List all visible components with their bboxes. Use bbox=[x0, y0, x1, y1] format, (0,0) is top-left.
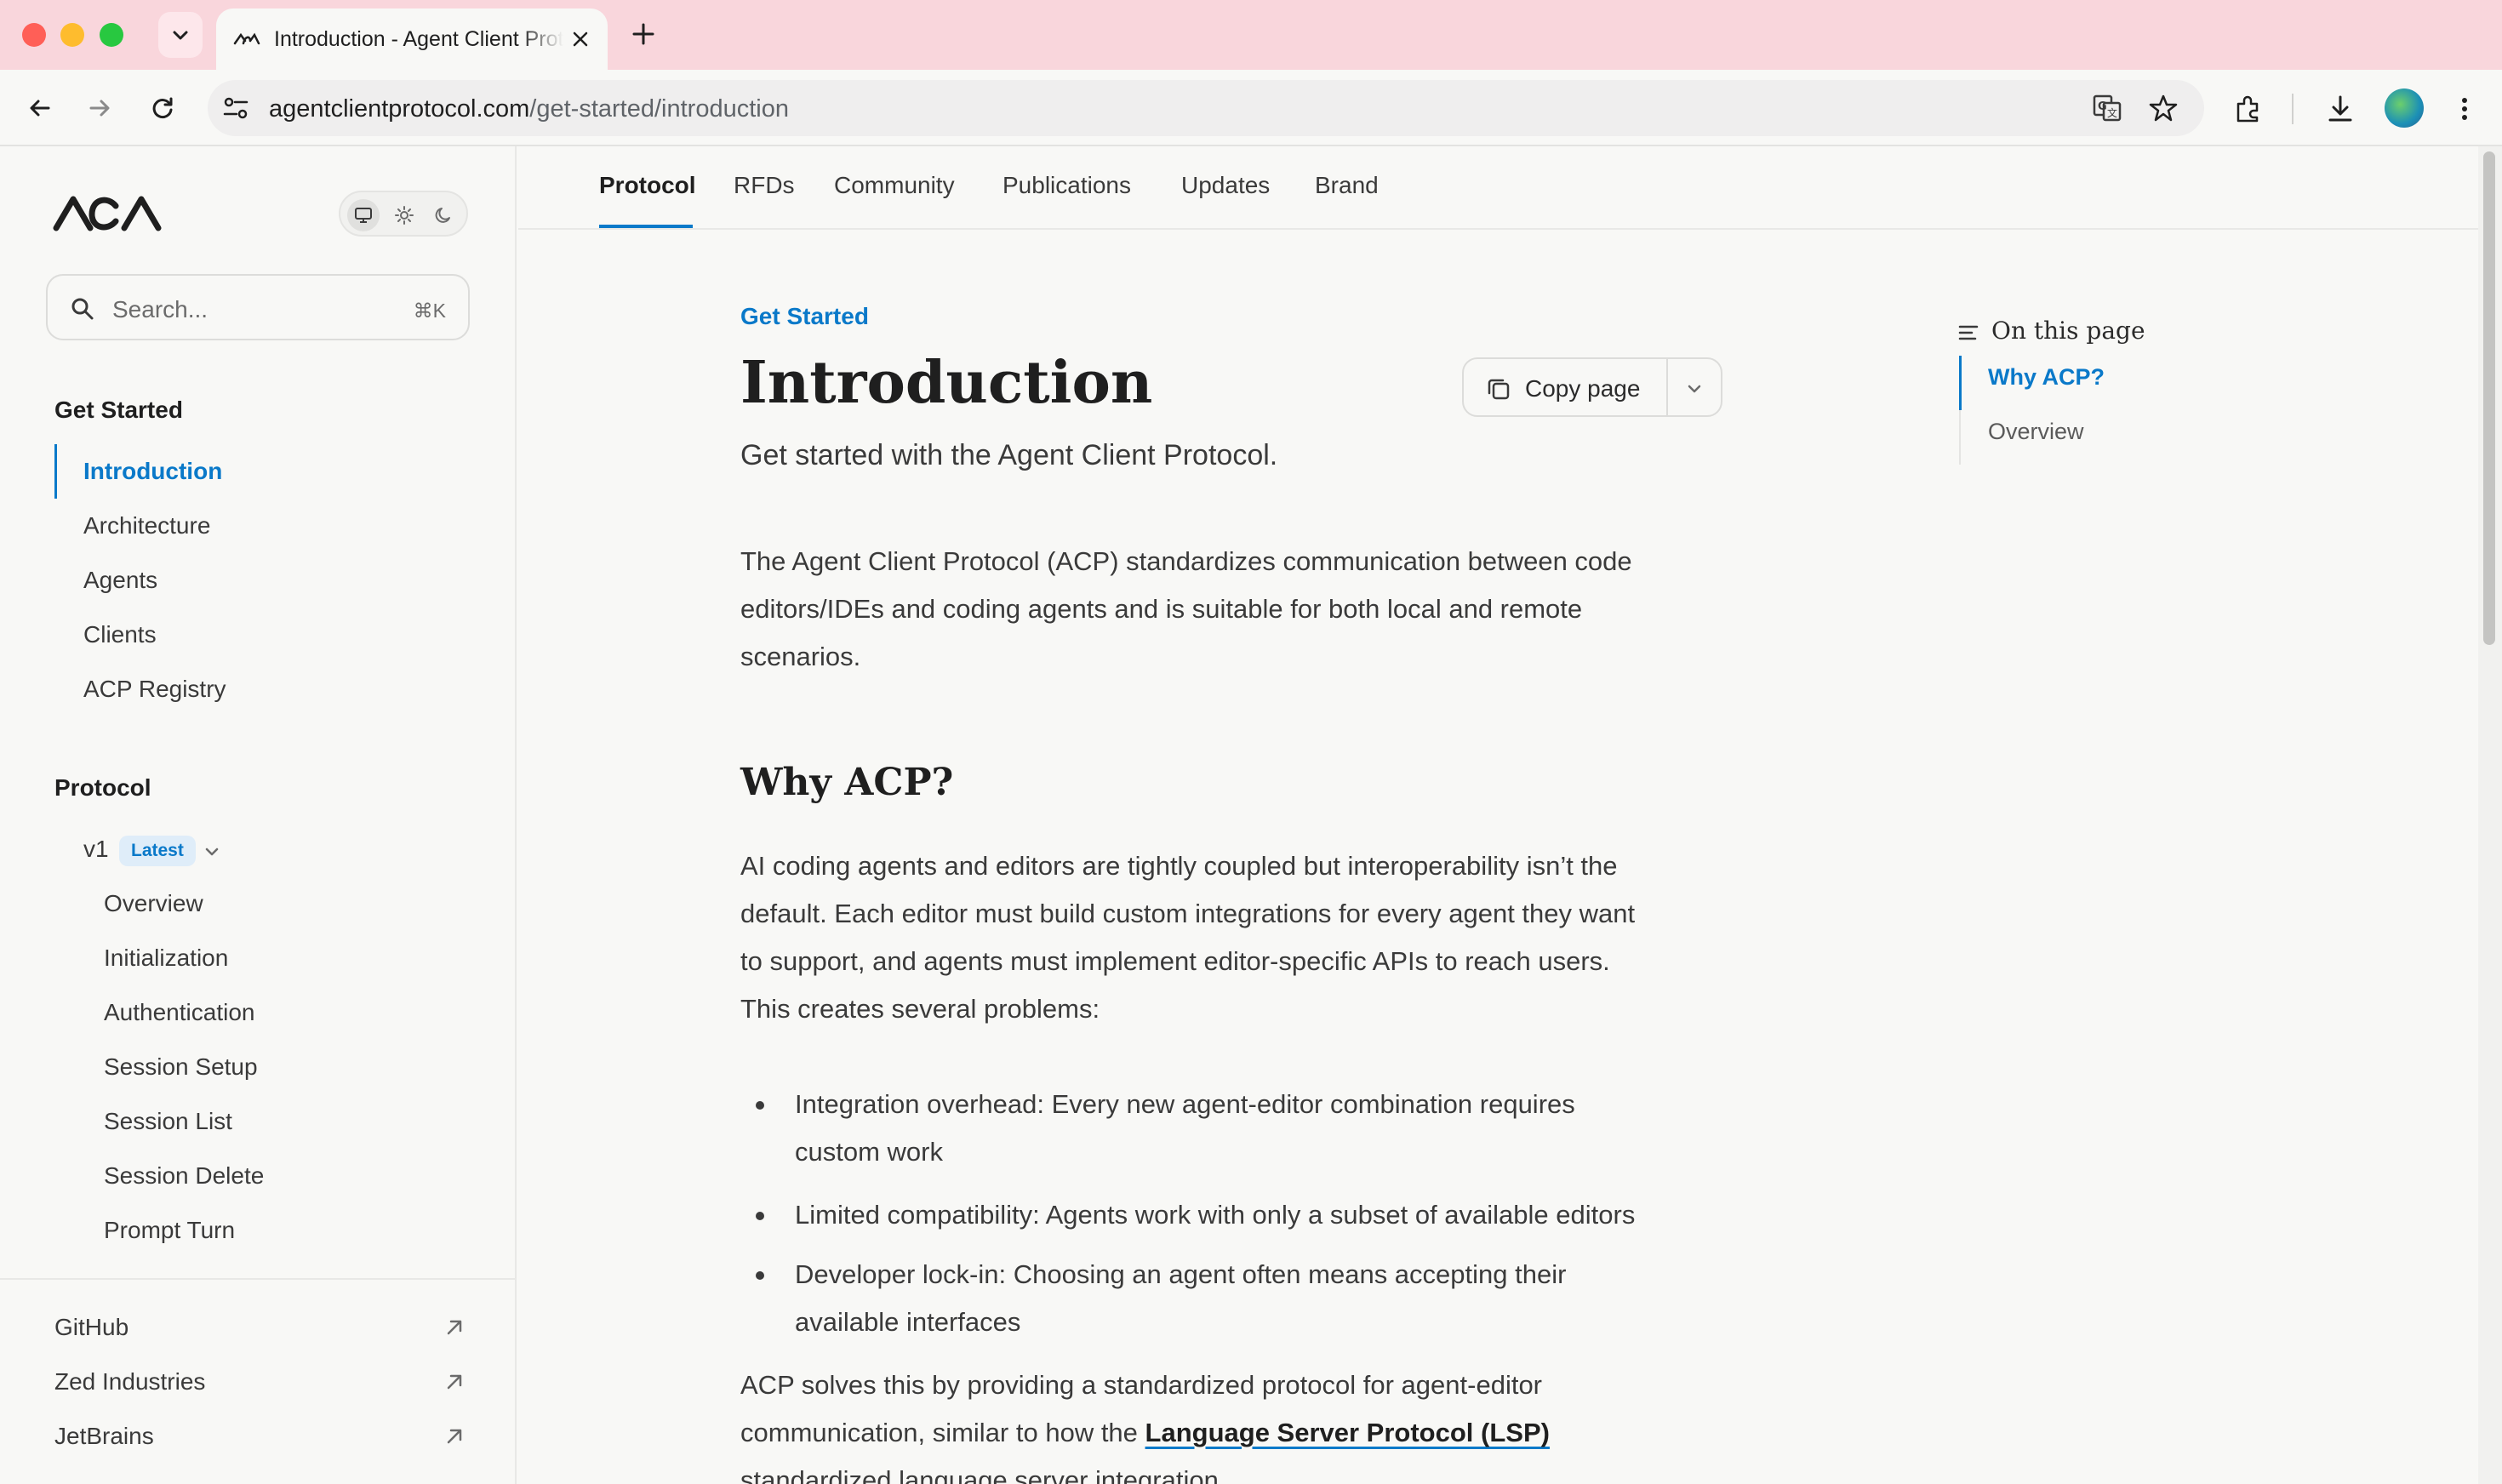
bookmark-star-icon[interactable] bbox=[2148, 93, 2179, 123]
reload-button[interactable] bbox=[145, 90, 180, 126]
extensions-icon[interactable] bbox=[2231, 92, 2265, 126]
copy-page-button[interactable]: Copy page bbox=[1462, 357, 1722, 417]
bullet-dot bbox=[756, 1212, 764, 1220]
browser-toolbar: agentclientprotocol.com/get-started/intr… bbox=[0, 70, 2502, 146]
external-link-arrow-icon bbox=[447, 1429, 462, 1444]
page-scrollbar-thumb[interactable] bbox=[2483, 151, 2495, 645]
sidebar-item-acp-registry[interactable]: ACP Registry bbox=[83, 676, 226, 703]
toc-active-indicator bbox=[1959, 356, 1962, 410]
topnav-brand[interactable]: Brand bbox=[1315, 172, 1379, 199]
download-icon[interactable] bbox=[2323, 92, 2357, 126]
topnav-community[interactable]: Community bbox=[834, 172, 955, 199]
tab-title: Introduction - Agent Client Protocol bbox=[274, 26, 563, 51]
moon-icon bbox=[435, 208, 450, 223]
external-link-arrow-icon bbox=[447, 1320, 462, 1335]
sidebar: Search... ⌘K Get Started Introduction Ar… bbox=[0, 146, 517, 1484]
theme-toggle[interactable] bbox=[339, 191, 468, 237]
theme-dark-option[interactable] bbox=[427, 199, 460, 231]
sidebar-heading-get-started: Get Started bbox=[54, 397, 183, 423]
sidebar-external-links: GitHub Zed Industries JetBrains bbox=[0, 1278, 515, 1484]
topnav-active-indicator bbox=[599, 225, 693, 228]
search-placeholder: Search... bbox=[112, 296, 208, 322]
bullet-dot bbox=[756, 1271, 764, 1280]
more-menu-icon[interactable] bbox=[2448, 92, 2482, 126]
search-input[interactable]: Search... ⌘K bbox=[46, 274, 470, 340]
chevron-down-icon[interactable] bbox=[203, 842, 221, 861]
back-button[interactable] bbox=[22, 90, 58, 126]
toc-item-why-acp[interactable]: Why ACP? bbox=[1988, 364, 2105, 391]
copy-button-divider bbox=[1666, 359, 1668, 415]
intro-paragraph: The Agent Client Protocol (ACP) standard… bbox=[740, 546, 1632, 671]
sidebar-version-selector[interactable]: v1 bbox=[83, 836, 109, 863]
topnav-rfds[interactable]: RFDs bbox=[734, 172, 795, 199]
svg-text:G: G bbox=[2098, 100, 2107, 113]
solution-paragraph: ACP solves this by providing a standardi… bbox=[740, 1370, 1550, 1484]
toc-title: On this page bbox=[1991, 317, 2145, 345]
topnav-publications[interactable]: Publications bbox=[1003, 172, 1131, 199]
svg-text:文: 文 bbox=[2107, 106, 2117, 119]
url-text: agentclientprotocol.com/get-started/intr… bbox=[269, 95, 789, 123]
copy-icon bbox=[1488, 379, 1510, 400]
close-window-button[interactable] bbox=[22, 23, 46, 47]
external-link-jetbrains[interactable]: JetBrains bbox=[54, 1423, 154, 1450]
sidebar-active-indicator bbox=[54, 444, 57, 499]
arrow-right-icon bbox=[89, 100, 110, 117]
acp-logo[interactable] bbox=[53, 191, 163, 235]
theme-light-option[interactable] bbox=[388, 199, 420, 231]
translate-icon[interactable]: G文 bbox=[2092, 93, 2122, 123]
arrow-left-icon bbox=[30, 100, 50, 117]
theme-system-option[interactable] bbox=[347, 199, 380, 231]
sidebar-item-session-list[interactable]: Session List bbox=[104, 1108, 232, 1135]
topnav-updates[interactable]: Updates bbox=[1181, 172, 1270, 199]
new-tab-icon[interactable] bbox=[628, 19, 659, 49]
chevron-down-icon bbox=[173, 31, 188, 40]
search-shortcut: ⌘K bbox=[413, 300, 446, 322]
sidebar-item-initialization[interactable]: Initialization bbox=[104, 945, 228, 972]
toc-item-overview[interactable]: Overview bbox=[1988, 419, 2084, 445]
site-info-icon[interactable] bbox=[221, 94, 250, 122]
toolbar-divider bbox=[2292, 94, 2294, 124]
sidebar-item-authentication[interactable]: Authentication bbox=[104, 999, 254, 1026]
address-bar[interactable]: agentclientprotocol.com/get-started/intr… bbox=[208, 80, 2204, 136]
sidebar-item-overview[interactable]: Overview bbox=[104, 890, 203, 917]
version-badge: Latest bbox=[119, 836, 196, 866]
top-navigation: Protocol RFDs Community Publications Upd… bbox=[518, 146, 2478, 230]
page-title: Introduction bbox=[740, 349, 1153, 417]
sidebar-item-session-setup[interactable]: Session Setup bbox=[104, 1053, 258, 1081]
sidebar-item-introduction[interactable]: Introduction bbox=[83, 458, 222, 485]
reload-icon bbox=[152, 97, 173, 118]
minimize-window-button[interactable] bbox=[60, 23, 84, 47]
browser-tab-active[interactable]: Introduction - Agent Client Protocol bbox=[216, 9, 608, 70]
external-link-zed-industries[interactable]: Zed Industries bbox=[54, 1368, 205, 1396]
sidebar-item-clients[interactable]: Clients bbox=[83, 621, 157, 648]
external-link-github[interactable]: GitHub bbox=[54, 1314, 129, 1341]
page-subtitle: Get started with the Agent Client Protoc… bbox=[740, 439, 1278, 471]
sidebar-item-agents[interactable]: Agents bbox=[83, 567, 157, 594]
acp-favicon-icon bbox=[233, 32, 260, 45]
breadcrumb[interactable]: Get Started bbox=[740, 303, 869, 330]
topnav-protocol[interactable]: Protocol bbox=[599, 172, 696, 199]
sidebar-item-session-delete[interactable]: Session Delete bbox=[104, 1162, 264, 1190]
external-link-arrow-icon bbox=[447, 1374, 462, 1390]
browser-tab-bar: Introduction - Agent Client Protocol bbox=[0, 0, 2502, 70]
close-tab-icon[interactable] bbox=[568, 27, 592, 51]
sidebar-item-architecture[interactable]: Architecture bbox=[83, 512, 210, 539]
sidebar-heading-protocol: Protocol bbox=[54, 774, 151, 801]
copy-page-label: Copy page bbox=[1525, 375, 1641, 402]
chevron-down-icon[interactable] bbox=[1682, 376, 1707, 402]
monitor-icon bbox=[355, 208, 372, 223]
why-paragraph: AI coding agents and editors are tightly… bbox=[740, 851, 1636, 1024]
search-icon bbox=[71, 298, 94, 320]
profile-avatar[interactable] bbox=[2385, 88, 2424, 128]
maximize-window-button[interactable] bbox=[100, 23, 123, 47]
forward-button[interactable] bbox=[82, 90, 117, 126]
sun-icon bbox=[395, 206, 414, 225]
sidebar-item-prompt-turn[interactable]: Prompt Turn bbox=[104, 1217, 235, 1244]
list-icon bbox=[1958, 325, 1979, 340]
tab-search-button[interactable] bbox=[158, 12, 203, 58]
lsp-link[interactable]: Language Server Protocol (LSP) bbox=[1145, 1418, 1550, 1447]
bullet-dot bbox=[756, 1101, 764, 1110]
section-heading-why-acp: Why ACP? bbox=[740, 761, 954, 804]
